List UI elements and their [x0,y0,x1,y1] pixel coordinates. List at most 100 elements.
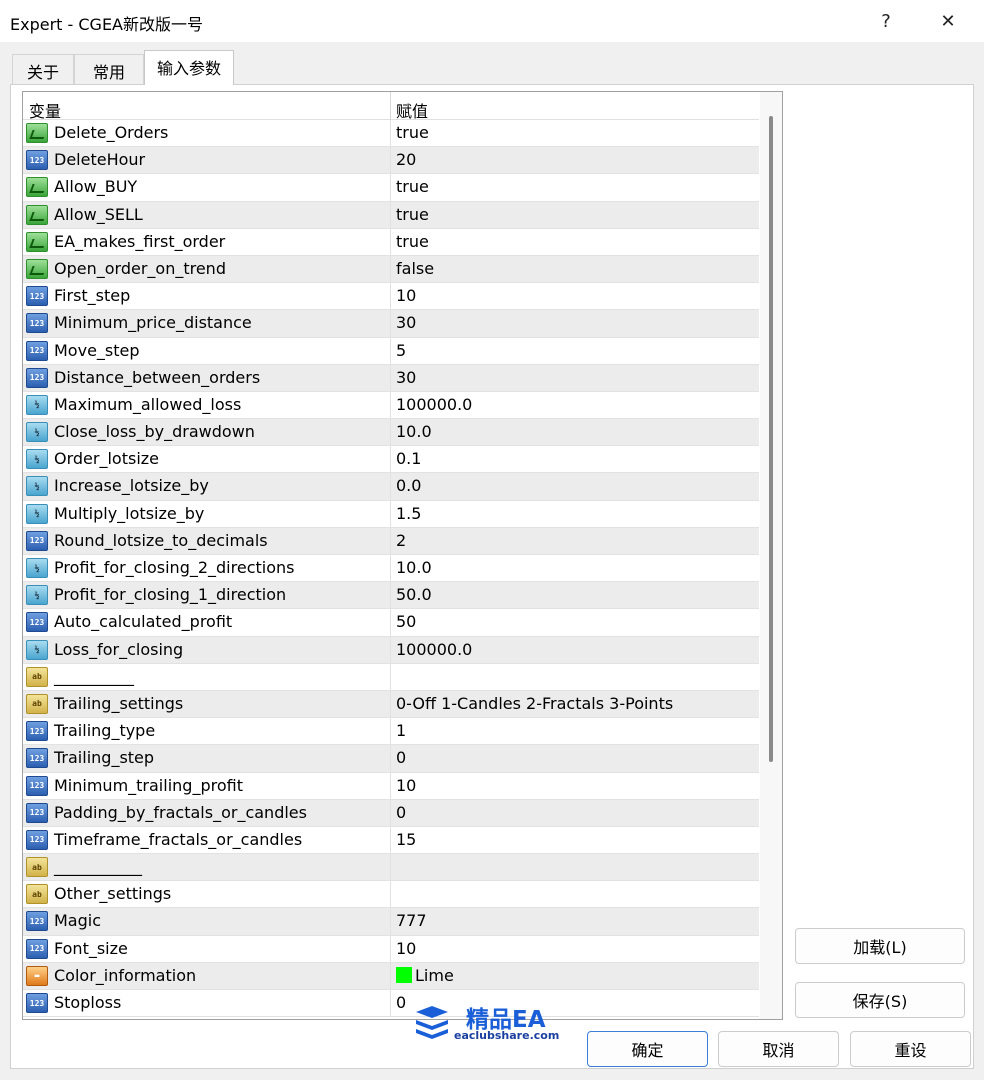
reset-button[interactable]: 重设 [850,1031,971,1067]
cancel-button[interactable]: 取消 [718,1031,839,1067]
table-row[interactable]: ½ Close_loss_by_drawdown 10.0 [23,419,759,447]
table-row[interactable]: 123 Trailing_step 0 [23,745,759,773]
parameter-name: Auto_calculated_profit [54,612,233,632]
checkmark-icon [26,258,48,279]
parameter-value[interactable]: 0-Off 1-Candles 2-Fractals 3-Points [396,694,673,713]
table-row[interactable]: 123 Magic 777 [23,908,759,936]
table-row[interactable]: ½ Multiply_lotsize_by 1.5 [23,500,759,528]
table-row[interactable]: 123 Round_lotsize_to_decimals 2 [23,527,759,555]
parameter-value[interactable]: true [396,205,429,224]
parameter-value[interactable]: 1 [396,721,406,740]
parameter-value[interactable]: 2 [396,531,406,550]
parameter-value[interactable]: 20 [396,150,416,169]
table-row[interactable]: EA_makes_first_order true [23,228,759,256]
table-row[interactable]: 123 Distance_between_orders 30 [23,364,759,392]
parameter-value[interactable]: 10 [396,939,416,958]
parameter-value[interactable]: 30 [396,313,416,332]
table-row[interactable]: ab Trailing_settings 0-Off 1-Candles 2-Fra… [23,690,759,719]
parameter-value[interactable]: 1.5 [396,504,421,523]
parameter-value[interactable]: 15 [396,830,416,849]
grid-rows: Delete_Orders true 123 DeleteHour 20 Allow_BU… [23,120,759,1018]
parameter-name: Open_order_on_trend [54,258,226,278]
table-row[interactable]: 123 Move_step 5 [23,337,759,365]
parameter-value[interactable]: 0 [396,748,406,767]
table-row[interactable]: 123 Timeframe_fractals_or_candles 15 [23,826,759,855]
parameter-value[interactable]: 10 [396,286,416,305]
vertical-scrollbar[interactable] [760,92,782,1019]
parameter-value[interactable]: 0 [396,803,406,822]
tab-inputs[interactable]: 输入参数 [144,50,234,85]
parameter-value[interactable]: 10.0 [396,558,432,577]
table-row[interactable]: ½ Order_lotsize 0.1 [23,446,759,474]
integer-icon: 123 [26,802,48,823]
checkmark-icon [26,177,48,198]
table-row[interactable]: ab Other_settings [23,881,759,909]
ok-button[interactable]: 确定 [587,1031,708,1067]
table-row[interactable]: 123 Trailing_type 1 [23,718,759,746]
table-row[interactable]: ½ Profit_for_closing_1_direction 50.0 [23,582,759,610]
table-row[interactable]: 123 First_step 10 [23,283,759,311]
table-row[interactable]: 123 Padding_by_fractals_or_candles 0 [23,799,759,827]
parameter-value[interactable]: 0.1 [396,449,421,468]
table-row[interactable]: ½ Profit_for_closing_2_directions 10.0 [23,555,759,583]
close-button[interactable]: ✕ [920,0,976,42]
cell-separator [390,283,391,310]
cell-separator [390,391,391,419]
parameter-name: DeleteHour [54,150,146,170]
parameter-value[interactable]: 50.0 [396,585,432,604]
parameter-value[interactable]: 100000.0 [396,395,472,414]
table-row[interactable]: 123 Auto_calculated_profit 50 [23,609,759,637]
table-row[interactable]: 123 Font_size 10 [23,935,759,963]
cell-separator [390,881,391,908]
parameter-value[interactable]: true [396,232,429,251]
parameter-value[interactable]: 100000.0 [396,640,472,659]
cell-separator [390,745,391,772]
table-row[interactable]: ab __________ [23,663,759,691]
table-row[interactable]: ½ Maximum_allowed_loss 100000.0 [23,391,759,420]
table-row[interactable]: ½ Increase_lotsize_by 0.0 [23,473,759,501]
parameter-name: Color_information [54,965,197,985]
table-row[interactable]: Delete_Orders true [23,120,759,148]
tab-strip: 关于 常用 输入参数 [0,42,984,85]
parameter-value[interactable]: 0.0 [396,476,421,495]
parameter-name: Maximum_allowed_loss [54,394,242,414]
cell-separator [390,337,391,364]
save-button[interactable]: 保存(S) [795,982,965,1018]
cell-separator [390,718,391,745]
table-row[interactable]: Open_order_on_trend false [23,255,759,284]
column-header-value[interactable]: 赋值 [396,98,428,122]
parameter-value[interactable]: 5 [396,341,406,360]
scrollbar-thumb[interactable] [769,116,773,762]
table-row[interactable]: Allow_SELL true [23,201,759,229]
load-button[interactable]: 加载(L) [795,928,965,964]
parameter-value[interactable]: 777 [396,911,427,930]
table-row[interactable]: ▬ Color_information Lime [23,962,759,990]
parameter-value[interactable]: true [396,177,429,196]
table-row[interactable]: ½ Loss_for_closing 100000.0 [23,636,759,664]
table-row[interactable]: 123 Minimum_trailing_profit 10 [23,772,759,800]
cell-separator [390,990,391,1017]
parameter-value[interactable]: 50 [396,612,416,631]
help-button[interactable]: ? [858,0,914,42]
parameter-value[interactable]: false [396,259,434,278]
parameter-value[interactable]: Lime [396,966,454,985]
column-separator[interactable] [390,92,391,120]
parameter-name: Stoploss [54,993,122,1012]
parameter-value[interactable]: 30 [396,368,416,387]
tab-common[interactable]: 常用 [74,54,144,84]
tab-about[interactable]: 关于 [12,54,74,84]
parameter-value[interactable]: 0 [396,993,406,1012]
table-row[interactable]: 123 DeleteHour 20 [23,147,759,175]
parameter-name: Magic [54,911,102,931]
color-swatch [396,966,412,983]
table-row[interactable]: 123 Minimum_price_distance 30 [23,310,759,338]
table-row[interactable]: Allow_BUY true [23,174,759,202]
parameter-value[interactable]: true [396,123,429,142]
parameter-value[interactable]: 10.0 [396,422,432,441]
table-row[interactable]: ab ___________ [23,854,759,882]
table-row[interactable]: 123 Stoploss 0 [23,990,759,1018]
cell-separator [390,120,391,147]
column-header-variable[interactable]: 变量 [29,98,61,122]
parameter-value[interactable]: 10 [396,776,416,795]
parameter-name: ___________ [54,857,142,877]
